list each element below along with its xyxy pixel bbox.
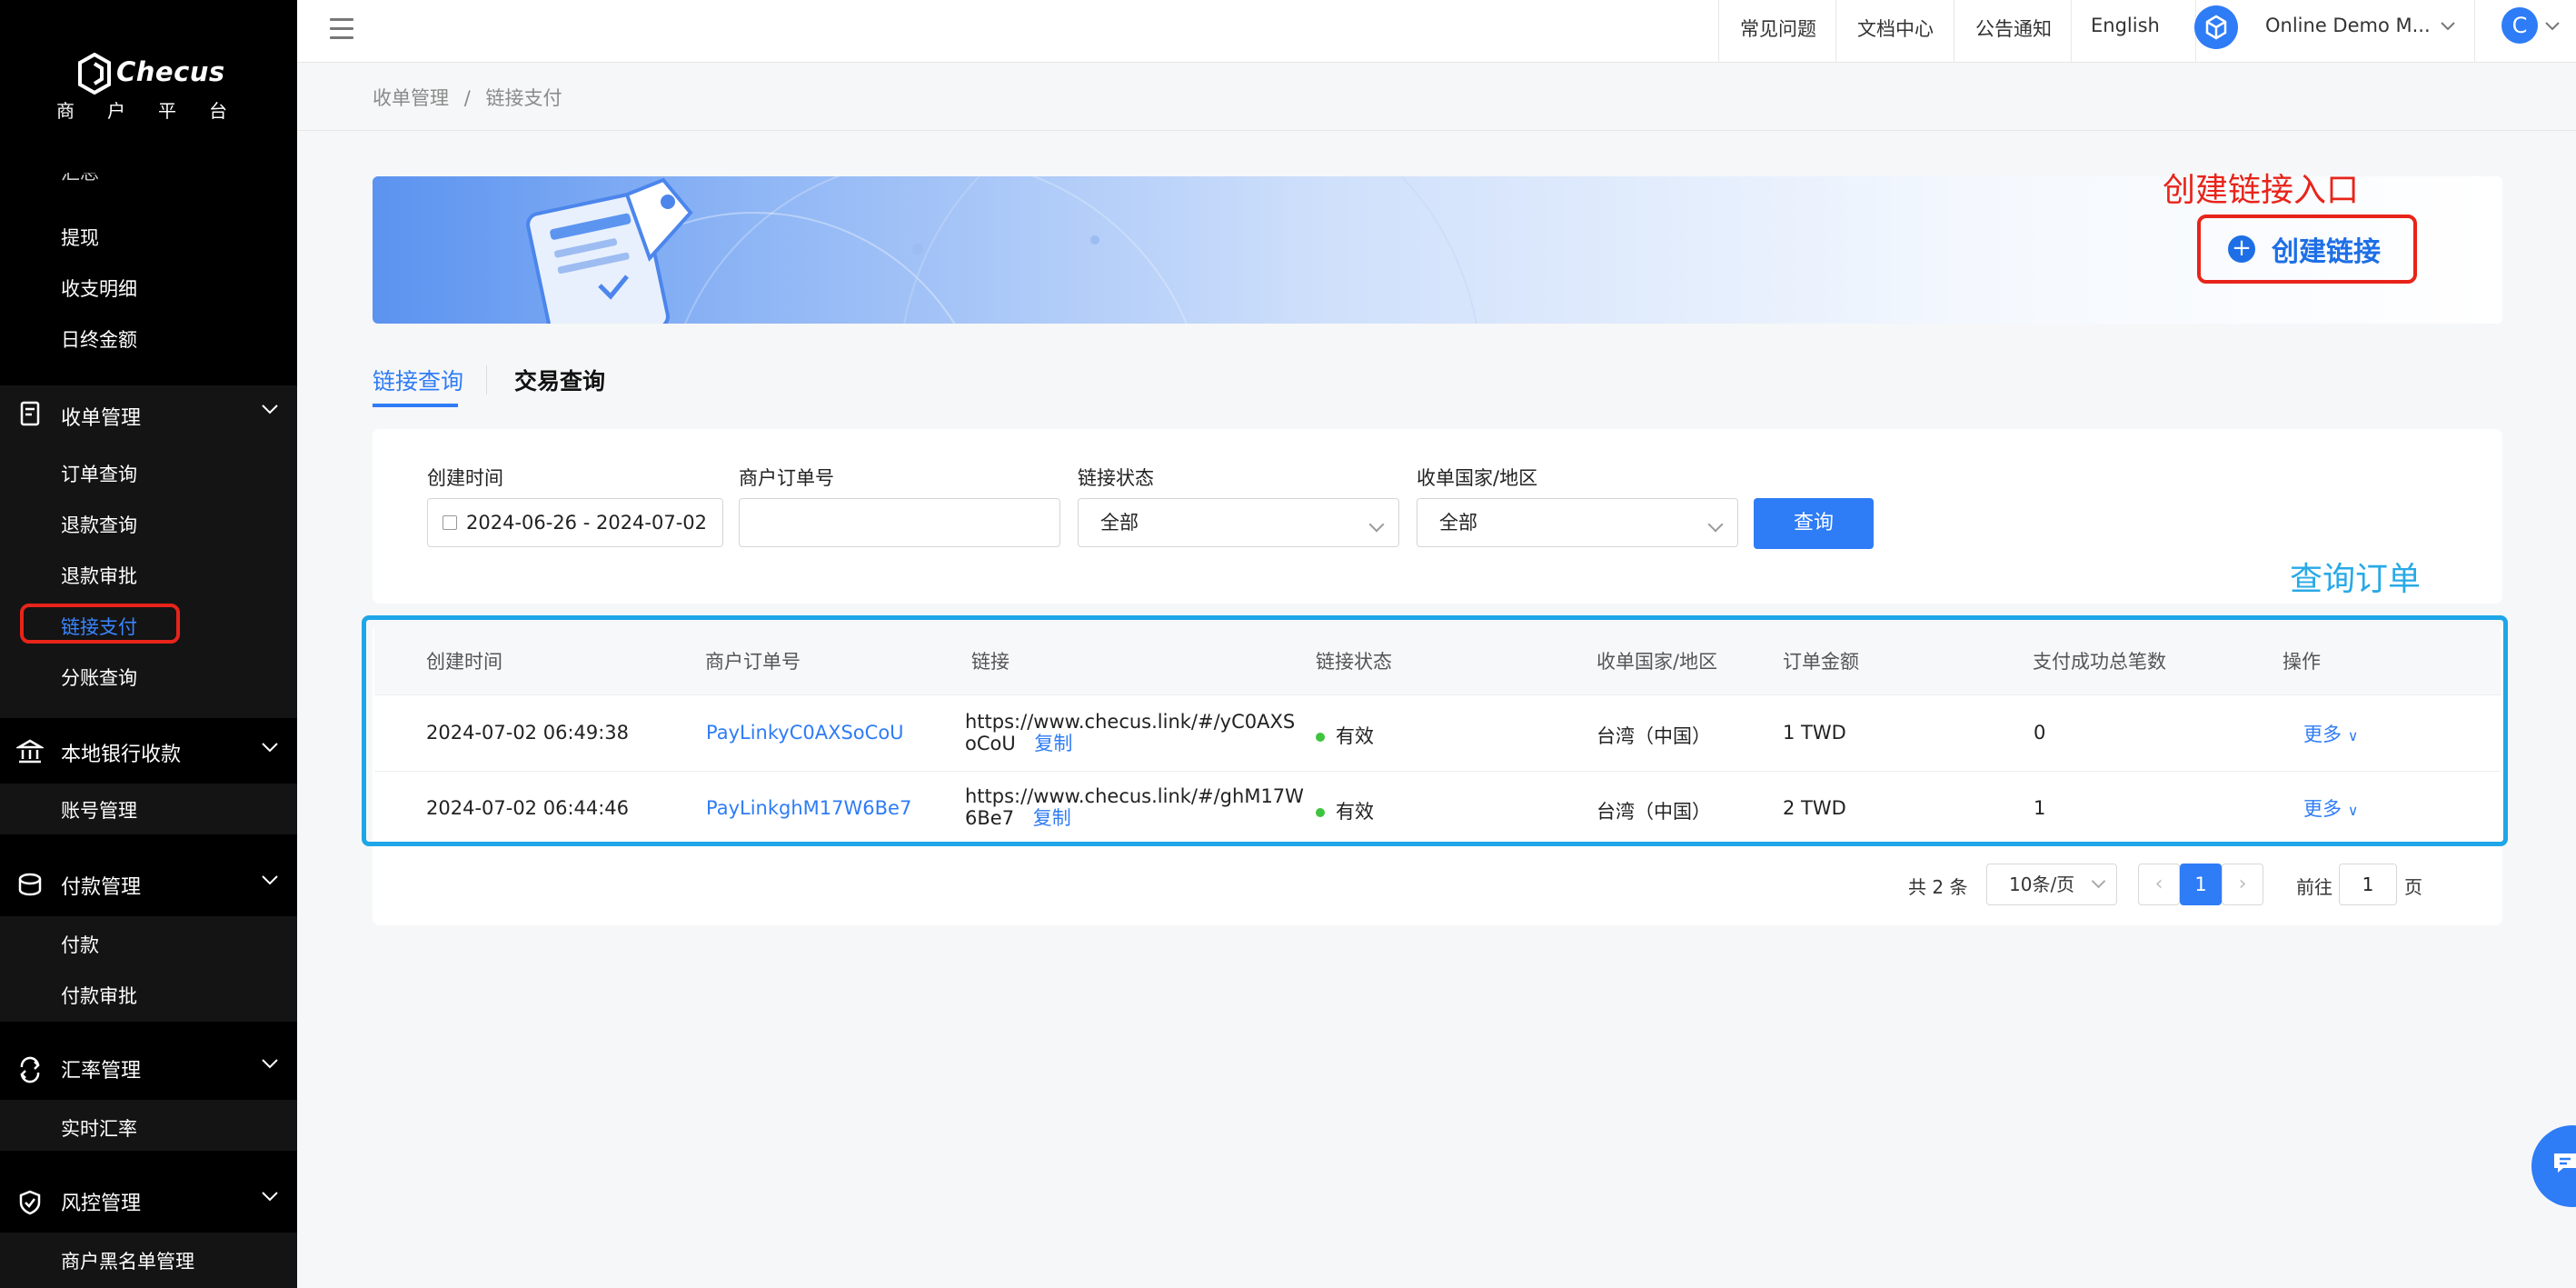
nav-faq[interactable]: 常见问题 (1740, 15, 1816, 42)
chevron-down-icon[interactable] (2441, 22, 2455, 31)
goto-page-input[interactable]: 1 (2339, 864, 2397, 905)
date-range-value: 2024-06-26 - 2024-07-02 (466, 512, 708, 534)
sidebar-item-pay-approval[interactable]: 付款审批 (61, 982, 137, 1009)
sidebar-subgroup-bg (0, 784, 297, 834)
merchant-cube-icon (2194, 5, 2238, 49)
tab-transaction-query[interactable]: 交易查询 (514, 364, 605, 396)
status-select-value: 全部 (1100, 512, 1139, 534)
brand-name: Checus (116, 56, 225, 87)
sidebar-group-payment[interactable]: 付款管理 (61, 871, 141, 900)
sidebar-item-statement[interactable]: 收支明细 (61, 275, 137, 302)
goto-label: 前往 (2296, 876, 2332, 898)
create-link-annotation: 创建链接入口 (2163, 172, 2360, 209)
country-label: 收单国家/地区 (1417, 467, 1538, 489)
sidebar-group-risk[interactable]: 风控管理 (61, 1187, 141, 1216)
payment-icon (18, 873, 42, 896)
chevron-down-icon (2091, 874, 2106, 889)
chevron-down-icon[interactable] (261, 1058, 279, 1069)
calendar-icon (443, 515, 457, 530)
chevron-down-icon[interactable] (2545, 22, 2560, 31)
order-no-label: 商户订单号 (739, 467, 834, 489)
divider (1718, 0, 1719, 62)
query-annotation: 查询订单 (2290, 561, 2422, 598)
sidebar-item-eod-balance[interactable]: 日终金额 (61, 325, 137, 353)
sidebar-group-acquiring[interactable]: 收单管理 (61, 402, 141, 431)
next-page-button[interactable]: › (2222, 864, 2263, 905)
chevron-up-icon[interactable] (261, 404, 279, 414)
page-size-value: 10条/页 (2009, 874, 2075, 895)
receipt-icon (20, 401, 40, 426)
merchant-selector[interactable]: Online Demo M... (2265, 15, 2431, 36)
sidebar-item-split-query[interactable]: 分账查询 (61, 664, 137, 691)
bank-icon (16, 739, 44, 764)
divider (2071, 0, 2072, 62)
chat-support-button[interactable] (2531, 1125, 2576, 1207)
chevron-down-icon[interactable] (261, 874, 279, 885)
annotation-box (362, 615, 2508, 846)
page-size-select[interactable]: 10条/页 (1986, 864, 2117, 905)
filter-card: 创建时间 2024-06-26 - 2024-07-02 商户订单号 链接状态 … (373, 429, 2502, 604)
sidebar: Checus 商户平台 汇总 提现 收支明细 日终金额 收单管理 订单查询 退款… (0, 0, 297, 1288)
sidebar-group-exchange[interactable]: 汇率管理 (61, 1054, 141, 1083)
plus-icon: + (2228, 235, 2255, 263)
chevron-down-icon (1707, 516, 1724, 533)
created-time-label: 创建时间 (427, 467, 503, 489)
breadcrumb: 收单管理 / 链接支付 (373, 84, 562, 111)
divider (1835, 0, 1836, 62)
breadcrumb-current: 链接支付 (485, 87, 562, 109)
divider (2474, 0, 2475, 62)
page-unit-label: 页 (2404, 876, 2422, 898)
sidebar-subgroup-bg (0, 916, 297, 1022)
tab-link-query[interactable]: 链接查询 (373, 364, 463, 396)
chevron-down-icon[interactable] (261, 1191, 279, 1202)
sidebar-item-partial[interactable]: 汇总 (61, 173, 99, 185)
pagination-total: 共 2 条 (1908, 876, 1968, 898)
menu-toggle-icon[interactable] (330, 18, 353, 40)
sidebar-group-acquiring-bg (0, 385, 297, 718)
brand-subtitle: 商户平台 (56, 100, 260, 122)
chevron-down-icon (1368, 516, 1385, 533)
nav-announcements[interactable]: 公告通知 (1975, 15, 2052, 42)
create-link-label: 创建链接 (2272, 236, 2381, 268)
sidebar-group-local-bank[interactable]: 本地银行收款 (61, 738, 181, 767)
top-bar: 常见问题 文档中心 公告通知 English Online Demo M... … (297, 0, 2576, 63)
document-pen-illustration (526, 177, 693, 324)
breadcrumb-separator: / (463, 87, 471, 109)
nav-docs[interactable]: 文档中心 (1857, 15, 1934, 42)
sidebar-item-link-payment[interactable]: 链接支付 (61, 613, 137, 640)
chat-icon (2554, 1153, 2576, 1173)
divider (297, 130, 2576, 131)
query-button[interactable]: 查询 (1754, 498, 1874, 549)
prev-page-button[interactable]: ‹ (2138, 864, 2180, 905)
order-no-input[interactable] (739, 498, 1060, 547)
breadcrumb-parent[interactable]: 收单管理 (373, 87, 449, 109)
sidebar-item-blacklist[interactable]: 商户黑名单管理 (61, 1247, 194, 1274)
sidebar-subgroup-bg (0, 1100, 297, 1151)
create-link-button[interactable]: + 创建链接 (2228, 229, 2381, 269)
tab-active-indicator (373, 404, 458, 407)
sidebar-item-withdraw[interactable]: 提现 (61, 224, 99, 251)
sidebar-item-refund-approval[interactable]: 退款审批 (61, 562, 137, 589)
nav-language[interactable]: English (2091, 15, 2160, 36)
exchange-icon (20, 1056, 40, 1083)
date-range-picker[interactable]: 2024-06-26 - 2024-07-02 (427, 498, 723, 547)
divider (486, 365, 487, 394)
country-select-value: 全部 (1439, 512, 1477, 534)
status-select[interactable]: 全部 (1078, 498, 1399, 547)
country-select[interactable]: 全部 (1417, 498, 1738, 547)
sidebar-item-pay[interactable]: 付款 (61, 931, 99, 958)
status-label: 链接状态 (1078, 467, 1154, 489)
shield-icon (19, 1190, 41, 1215)
page-number-current[interactable]: 1 (2180, 864, 2222, 905)
avatar[interactable]: C (2501, 7, 2538, 44)
sidebar-item-refund-query[interactable]: 退款查询 (61, 511, 137, 538)
checus-logo-icon (78, 53, 111, 95)
sidebar-item-live-rate[interactable]: 实时汇率 (61, 1114, 137, 1142)
chevron-down-icon[interactable] (261, 742, 279, 753)
sidebar-item-account-mgmt[interactable]: 账号管理 (61, 796, 137, 824)
sidebar-item-order-query[interactable]: 订单查询 (61, 460, 137, 487)
